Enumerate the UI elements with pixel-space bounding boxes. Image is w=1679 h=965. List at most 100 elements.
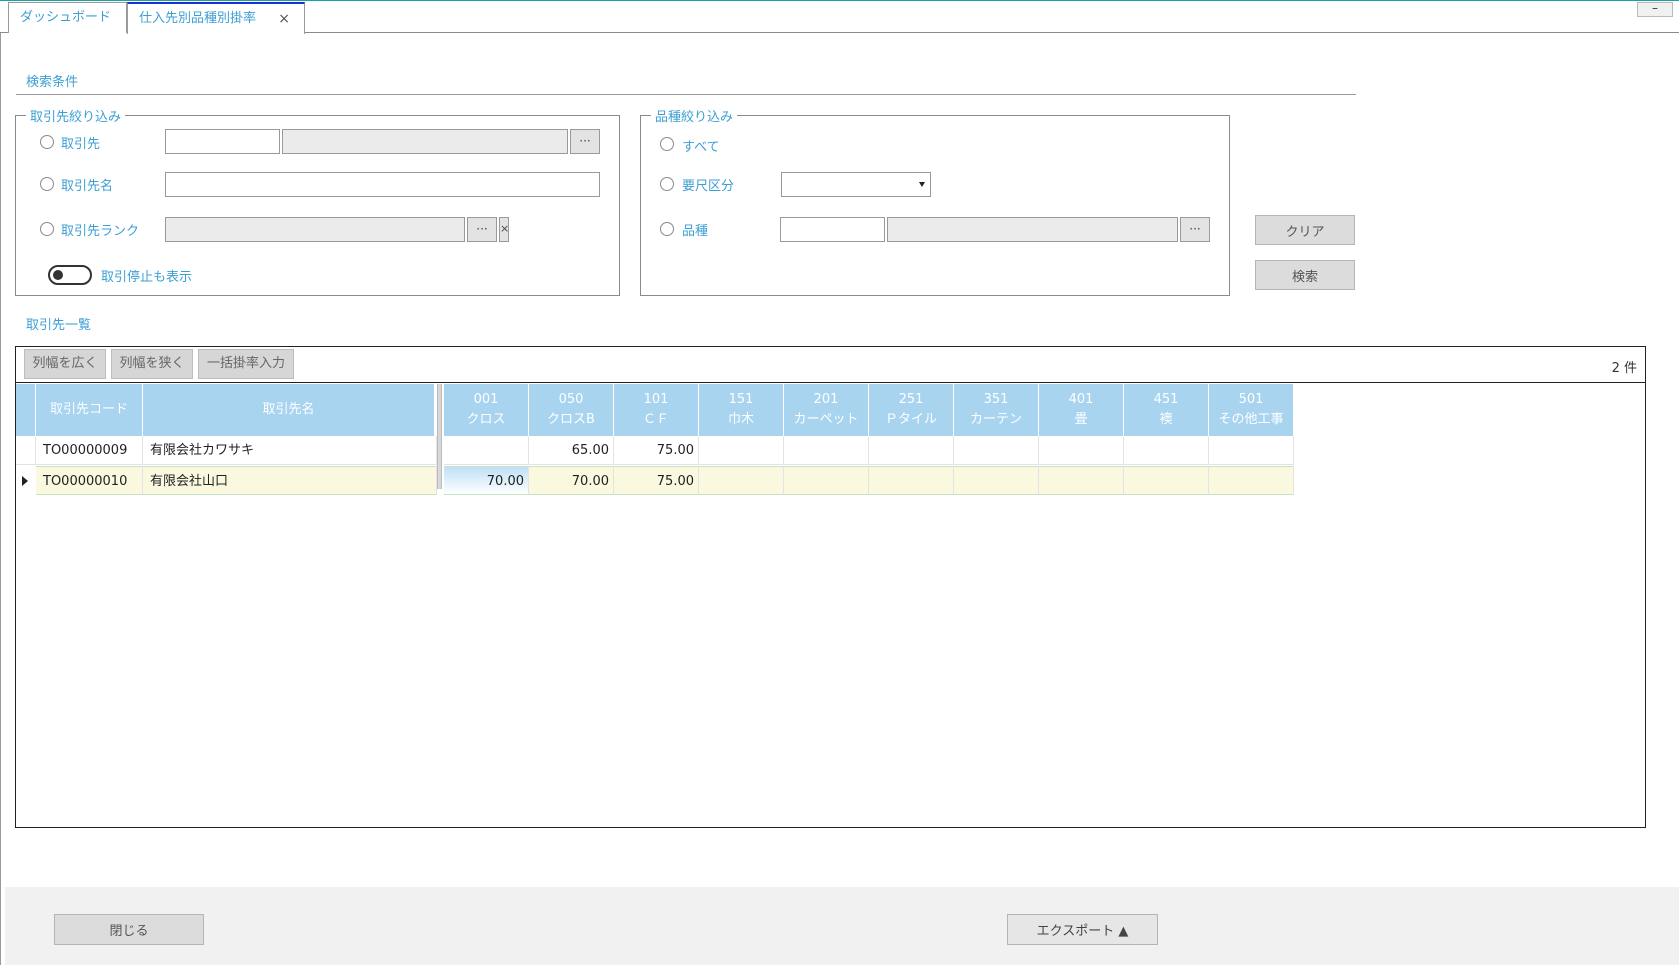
supplier-name-input[interactable] [165, 172, 600, 197]
cell-rate[interactable]: 75.00 [614, 466, 699, 495]
col-header-product-code: 050 [558, 392, 584, 407]
measure-select[interactable] [781, 172, 931, 197]
col-header-product-name: カーテン [969, 412, 1022, 427]
col-header-product-code: 351 [983, 392, 1009, 407]
cell-rate[interactable] [1124, 436, 1209, 465]
search-button[interactable]: 検索 [1255, 260, 1355, 290]
close-button[interactable]: 閉じる [54, 914, 204, 945]
cell-rate[interactable] [869, 436, 954, 465]
col-header-product-name: 襖 [1159, 412, 1173, 427]
list-section-title: 取引先一覧 [26, 318, 92, 333]
col-header-product-code: 001 [473, 392, 499, 407]
col-header-product-code: 101 [643, 392, 669, 407]
current-row-indicator-icon [22, 476, 28, 486]
product-filter-legend: 品種絞り込み [655, 110, 734, 125]
widen-columns-button[interactable]: 列幅を広く [24, 349, 106, 379]
col-header-product[interactable]: 050 クロスB [529, 384, 614, 436]
radio-supplier[interactable] [40, 135, 54, 149]
cell-rate[interactable] [1039, 436, 1124, 465]
cell-rate[interactable] [1209, 466, 1294, 495]
col-header-product-name: クロス [466, 412, 506, 427]
col-header-product-code: 251 [898, 392, 924, 407]
cell-rate[interactable]: 70.00 [529, 466, 614, 495]
col-header-product-name: その他工事 [1218, 412, 1284, 427]
tab-dashboard[interactable]: ダッシュボード [8, 2, 127, 33]
col-header-product[interactable]: 101 ＣＦ [614, 384, 699, 436]
cell-rate[interactable] [784, 436, 869, 465]
cell-rate[interactable] [1209, 436, 1294, 465]
supplier-lookup-button[interactable]: ··· [570, 129, 600, 154]
cell-rate[interactable]: 75.00 [614, 436, 699, 465]
tab-bar: ダッシュボード 仕入先別品種別掛率 × – [0, 0, 1679, 34]
radio-measure-label: 要尺区分 [682, 179, 735, 194]
supplier-rank-lookup-button[interactable]: ··· [467, 217, 497, 242]
cell-rate[interactable] [954, 436, 1039, 465]
cell-rate[interactable] [869, 466, 954, 495]
cell-rate[interactable] [699, 436, 784, 465]
product-lookup-button[interactable]: ··· [1180, 217, 1210, 242]
minimize-button[interactable]: – [1637, 2, 1673, 17]
show-stopped-label: 取引停止も表示 [101, 270, 193, 285]
cell-supplier-name[interactable]: 有限会社カワサキ [143, 436, 437, 465]
col-header-product-code: 151 [728, 392, 754, 407]
window-top-line [0, 0, 1679, 1]
clear-button[interactable]: クリア [1255, 215, 1355, 245]
col-header-supplier-name[interactable]: 取引先名 [143, 384, 435, 436]
supplier-rank-clear-button[interactable]: × [499, 217, 509, 242]
footer-bar: 閉じる エクスポート ▲ [5, 887, 1679, 965]
col-header-product[interactable]: 401 畳 [1039, 384, 1124, 436]
col-header-product-name: 畳 [1074, 412, 1088, 427]
radio-product-label: 品種 [682, 224, 709, 239]
row-header[interactable] [16, 436, 36, 465]
cell-rate[interactable] [1124, 466, 1209, 495]
section-divider [16, 94, 1356, 95]
tab-supplier-product-rate[interactable]: 仕入先別品種別掛率 × [127, 2, 305, 34]
bulk-rate-input-button[interactable]: 一括掛率入力 [198, 349, 294, 379]
col-header-product[interactable]: 201 カーペット [784, 384, 869, 436]
export-button[interactable]: エクスポート ▲ [1007, 914, 1158, 945]
col-header-product[interactable]: 501 その他工事 [1209, 384, 1294, 436]
radio-supplier-name-label: 取引先名 [61, 179, 114, 194]
cell-rate[interactable] [784, 466, 869, 495]
cell-supplier-name[interactable]: 有限会社山口 [143, 466, 437, 495]
close-icon[interactable]: × [278, 4, 290, 34]
radio-all[interactable] [660, 137, 674, 151]
radio-product[interactable] [660, 222, 674, 236]
supplier-name-display [282, 129, 568, 154]
cell-rate[interactable] [954, 466, 1039, 495]
radio-supplier-rank[interactable] [40, 222, 54, 236]
tab-label: 仕入先別品種別掛率 [139, 11, 257, 26]
col-header-product[interactable]: 451 襖 [1124, 384, 1209, 436]
cell-rate[interactable] [444, 436, 529, 465]
cell-rate[interactable] [1039, 466, 1124, 495]
cell-supplier-code[interactable]: TO00000010 [36, 466, 143, 495]
col-header-product[interactable]: 151 巾木 [699, 384, 784, 436]
app-window: ダッシュボード 仕入先別品種別掛率 × – 検索条件 取引先絞り込み 取引先 ·… [0, 0, 1679, 965]
toggle-knob [53, 270, 63, 280]
radio-supplier-name[interactable] [40, 177, 54, 191]
col-header-product-code: 451 [1153, 392, 1179, 407]
show-stopped-toggle[interactable] [48, 265, 92, 285]
table-row[interactable]: TO00000009 有限会社カワサキ 65.00 75.00 [16, 436, 1294, 465]
narrow-columns-button[interactable]: 列幅を狭く [111, 349, 193, 379]
cell-supplier-code[interactable]: TO00000009 [36, 436, 143, 465]
row-header-corner [16, 384, 36, 436]
col-header-product[interactable]: 251 Ｐタイル [869, 384, 954, 436]
cell-rate[interactable]: 65.00 [529, 436, 614, 465]
radio-measure[interactable] [660, 177, 674, 191]
col-header-supplier-code[interactable]: 取引先コード [36, 384, 143, 436]
grid-toolbar: 列幅を広く 列幅を狭く 一括掛率入力 2 件 [16, 347, 1645, 383]
product-name-display [887, 217, 1178, 242]
col-header-product-name: クロスB [547, 412, 595, 427]
window-left-edge [0, 33, 1, 965]
record-count: 2 件 [1611, 361, 1637, 376]
table-row-selected[interactable]: TO00000010 有限会社山口 70.00 70.00 75.00 [16, 466, 1294, 495]
supplier-code-input[interactable] [165, 129, 280, 154]
chevron-down-icon [919, 182, 925, 187]
cell-rate-active[interactable]: 70.00 [444, 466, 529, 495]
cell-rate[interactable] [699, 466, 784, 495]
col-header-product[interactable]: 351 カーテン [954, 384, 1039, 436]
col-header-product-name: ＣＦ [642, 412, 669, 427]
product-code-input[interactable] [780, 217, 885, 242]
col-header-product[interactable]: 001 クロス [444, 384, 529, 436]
